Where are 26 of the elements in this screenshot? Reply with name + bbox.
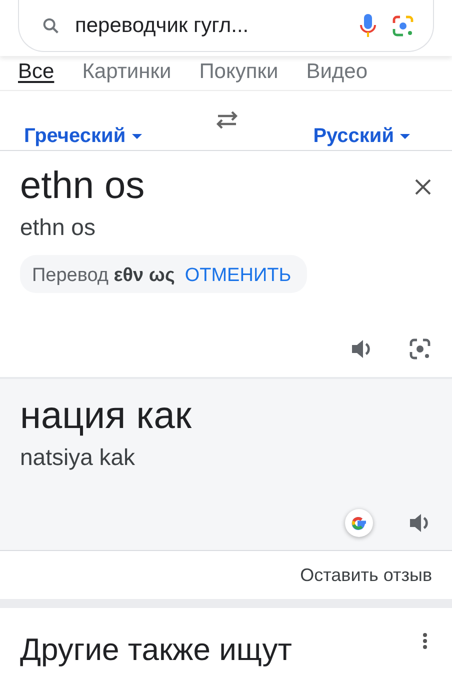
target-language-button[interactable]: Русский xyxy=(313,125,410,150)
search-field[interactable]: переводчик гугл... xyxy=(18,0,434,52)
search-icon xyxy=(41,16,61,36)
microphone-icon[interactable] xyxy=(359,12,377,38)
source-transliteration: ethn os xyxy=(20,214,96,241)
translated-transliteration: natsiya kak xyxy=(20,444,136,471)
tab[interactable]: Покупки xyxy=(199,58,278,86)
undo-link[interactable]: ОТМЕНИТЬ xyxy=(184,265,292,287)
more-options-icon[interactable] xyxy=(422,632,428,650)
suggestion-text: Перевод εθν ως xyxy=(32,265,175,287)
section-title: Другие также ищут xyxy=(20,632,292,668)
caret-icon xyxy=(400,134,410,140)
google-logo-icon[interactable] xyxy=(344,508,374,538)
search-query: переводчик гугл... xyxy=(75,14,250,38)
swap-icon[interactable] xyxy=(214,109,240,131)
caret-icon xyxy=(132,134,142,140)
tab[interactable]: Все xyxy=(18,58,54,86)
source-text[interactable]: ethn os xyxy=(20,165,145,208)
tab[interactable]: Картинки xyxy=(82,58,172,86)
translated-text: нация как xyxy=(20,395,192,438)
feedback-link[interactable]: Оставить отзыв xyxy=(300,564,432,586)
source-language-button[interactable]: Греческий xyxy=(24,125,142,150)
tab[interactable]: Видео xyxy=(306,58,368,86)
camera-lens-icon[interactable] xyxy=(391,14,415,38)
camera-icon[interactable] xyxy=(408,337,432,361)
close-icon[interactable] xyxy=(414,178,432,196)
